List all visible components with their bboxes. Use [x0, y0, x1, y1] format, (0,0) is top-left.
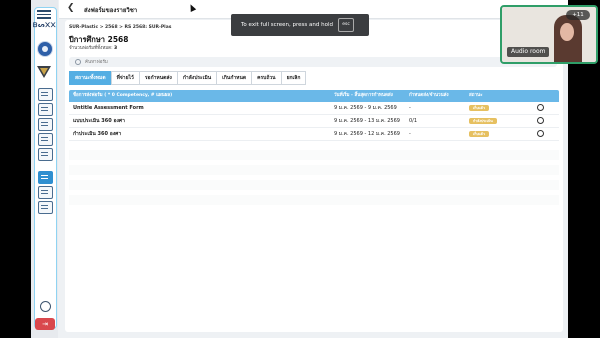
settings-gear-icon[interactable]	[40, 301, 51, 312]
row-progress: -	[409, 105, 411, 111]
view-eye-icon[interactable]	[537, 117, 544, 124]
row-dates: 9 ม.ค. 2569 - 12 ม.ค. 2569	[334, 131, 400, 137]
nav-report-icon[interactable]	[38, 148, 53, 161]
tab-assigned[interactable]: ที่จ่ายไว้	[110, 71, 140, 85]
participant-count-badge[interactable]: +11	[566, 10, 590, 20]
header-title: ส่งฟอร์มของรายวิชา	[84, 7, 138, 14]
nav-document-icon[interactable]	[38, 186, 53, 199]
search-bar	[69, 57, 557, 67]
row-progress: -	[409, 131, 411, 137]
toast-message: To exit full screen, press and hold	[241, 22, 333, 28]
row-dates: 9 ม.ค. 2569 - 9 ม.ค. 2569	[334, 105, 397, 111]
faded-row-placeholder	[69, 195, 559, 205]
main-area: ❮ ส่งฟอร์มของรายวิชา SUR-Plastic > 2568 …	[59, 0, 568, 338]
table-row[interactable]: กำประเมิน 360 องศา 9 ม.ค. 2569 - 12 ม.ค.…	[69, 128, 559, 141]
faded-row-placeholder	[69, 180, 559, 190]
view-eye-icon[interactable]	[537, 130, 544, 137]
back-chevron-icon[interactable]: ❮	[67, 3, 75, 13]
view-eye-icon[interactable]	[537, 104, 544, 111]
fullscreen-toast: To exit full screen, press and hold esc	[231, 14, 369, 36]
content-card: SUR-Plastic > 2568 > RS 2568: SUR-Plas ป…	[65, 20, 563, 332]
search-input[interactable]	[85, 58, 385, 66]
esc-key-hint: esc	[338, 18, 354, 32]
brand-logo: ᗷᔕ᙭᙭	[32, 22, 56, 29]
row-form-name: กำประเมิน 360 องศา	[73, 131, 122, 137]
hamburger-menu-icon[interactable]	[37, 10, 51, 20]
row-view[interactable]	[537, 102, 544, 114]
tab-cancelled[interactable]: ยกเลิก	[280, 71, 307, 85]
row-form-name: Untitle Assessment Form	[73, 105, 144, 111]
row-status: เก็บแล้ว	[469, 102, 489, 114]
tab-overdue[interactable]: เกินกำหนด	[216, 71, 253, 85]
search-icon	[75, 59, 81, 65]
nav-users-icon[interactable]	[38, 88, 53, 101]
faded-row-placeholder	[69, 150, 559, 160]
column-header-name[interactable]: ชื่อการส่งฟอร์ม ( * 0 Competency, # แผนผ…	[73, 90, 172, 102]
row-status: กำลังประเมิน	[469, 115, 497, 127]
app-screen: ᗷᔕ᙭᙭ ⇥ ❮ ส่งฟอร์มของรายวิชา SUR-Plastic …	[31, 0, 568, 338]
nav-transfer-icon[interactable]	[38, 118, 53, 131]
form-count-text: จำนวนฟอร์มที่ทั้งหมด: 3	[69, 44, 117, 51]
form-count-label: จำนวนฟอร์มที่ทั้งหมด:	[69, 46, 115, 51]
logout-button[interactable]: ⇥	[35, 318, 55, 330]
tab-complete[interactable]: ครบถ้วน	[251, 71, 282, 85]
tab-all-status[interactable]: สถานะทั้งหมด	[69, 71, 112, 85]
faded-row-placeholder	[69, 165, 559, 175]
sidebar: ᗷᔕ᙭᙭ ⇥	[31, 0, 58, 338]
table-row[interactable]: Untitle Assessment Form 9 ม.ค. 2569 - 9 …	[69, 102, 559, 115]
audio-room-label: Audio room	[507, 47, 550, 57]
row-view[interactable]	[537, 115, 544, 127]
column-header-status[interactable]: สถานะ	[469, 90, 483, 102]
row-status: เก็บแล้ว	[469, 128, 489, 140]
forms-table: ชื่อการส่งฟอร์ม ( * 0 Competency, # แผนผ…	[69, 90, 559, 141]
status-badge: เก็บแล้ว	[469, 131, 489, 137]
nav-forms-icon[interactable]	[38, 201, 53, 214]
participant-face	[560, 23, 574, 41]
video-call-window[interactable]: +11 Audio room	[500, 5, 598, 64]
column-header-progress[interactable]: กำหนดส่ง/จำนวนส่ง	[409, 90, 449, 102]
faculty-emblem-icon	[37, 66, 51, 78]
table-row[interactable]: แบบประเมิน 360 องศา 9 ม.ค. 2569 - 13 ม.ค…	[69, 115, 559, 128]
nav-courses-icon[interactable]	[38, 103, 53, 116]
column-header-dates[interactable]: วันที่เริ่ม - สิ้นสุดการกำหนดส่ง	[334, 90, 393, 102]
status-badge: เก็บแล้ว	[469, 105, 489, 111]
row-form-name: แบบประเมิน 360 องศา	[73, 118, 125, 124]
status-tabs: สถานะทั้งหมด ที่จ่ายไว้ รอกำหนดส่ง กำลัง…	[69, 71, 307, 85]
breadcrumb[interactable]: SUR-Plastic > 2568 > RS 2568: SUR-Plas	[69, 25, 171, 30]
tab-in-assessment[interactable]: กำลังประเมิน	[176, 71, 218, 85]
nav-assessment-icon[interactable]	[38, 171, 53, 184]
form-count-value: 3	[114, 46, 118, 51]
table-header: ชื่อการส่งฟอร์ม ( * 0 Competency, # แผนผ…	[69, 90, 559, 102]
tab-pending-due[interactable]: รอกำหนดส่ง	[138, 71, 178, 85]
nav-calendar-icon[interactable]	[38, 133, 53, 146]
row-view[interactable]	[537, 128, 544, 140]
status-badge: กำลังประเมิน	[469, 118, 497, 124]
organization-logo-icon	[37, 41, 53, 57]
row-dates: 9 ม.ค. 2569 - 13 ม.ค. 2569	[334, 118, 400, 124]
row-progress: 0/1	[409, 118, 418, 124]
